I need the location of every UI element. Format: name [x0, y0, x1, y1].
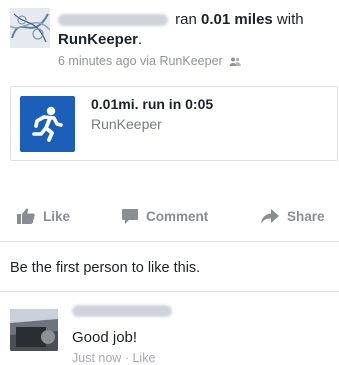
running-person-icon [32, 106, 63, 142]
author-name-redacted[interactable] [58, 14, 168, 27]
likes-summary: Be the first person to like this. [10, 260, 201, 276]
action-text: ran [175, 11, 197, 28]
like-button[interactable]: Like [17, 203, 70, 229]
comment-bubble-icon [122, 208, 138, 224]
comment-like-link[interactable]: Like [132, 351, 155, 365]
post-timestamp[interactable]: 6 minutes ago via RunKeeper [58, 54, 223, 68]
comment-timestamp: Just now [72, 351, 122, 365]
commenter-photo-icon [10, 309, 58, 351]
commenter-avatar[interactable] [10, 309, 58, 351]
share-button[interactable]: Share [261, 203, 325, 229]
share-arrow-icon [261, 208, 279, 224]
runkeeper-app-icon [20, 96, 75, 152]
comment-meta-separator: · [124, 351, 129, 365]
post-actions-bar: Like Comment Share [0, 193, 339, 242]
activity-app-name: RunKeeper [91, 116, 162, 132]
divider [0, 291, 339, 292]
attachment-card[interactable]: 0.01mi. run in 0:05 RunKeeper [10, 86, 338, 161]
with-text: with [276, 11, 304, 28]
post-meta: 6 minutes ago via RunKeeper [58, 54, 241, 68]
headline-period: . [138, 31, 143, 48]
post-header: ran 0.01 miles with RunKeeper. 6 minutes… [10, 8, 335, 70]
comment-meta: Just now · Like [72, 351, 155, 365]
comment-text: Good job! [72, 329, 138, 346]
commenter-name-redacted[interactable] [72, 305, 172, 317]
app-name-link[interactable]: RunKeeper [58, 31, 138, 48]
comment-label: Comment [146, 208, 209, 224]
like-label: Like [43, 208, 71, 224]
friends-icon [229, 57, 241, 67]
avatar-pattern-icon [10, 8, 50, 48]
comment-item: Good job! Just now · Like [10, 303, 335, 365]
distance-text: 0.01 miles [201, 11, 273, 28]
share-label: Share [287, 208, 325, 224]
post-headline: ran 0.01 miles with RunKeeper. [58, 10, 333, 50]
activity-title: 0.01mi. run in 0:05 [91, 96, 214, 112]
author-avatar[interactable] [10, 8, 50, 48]
comment-button[interactable]: Comment [122, 203, 208, 229]
thumbs-up-icon [17, 208, 35, 224]
